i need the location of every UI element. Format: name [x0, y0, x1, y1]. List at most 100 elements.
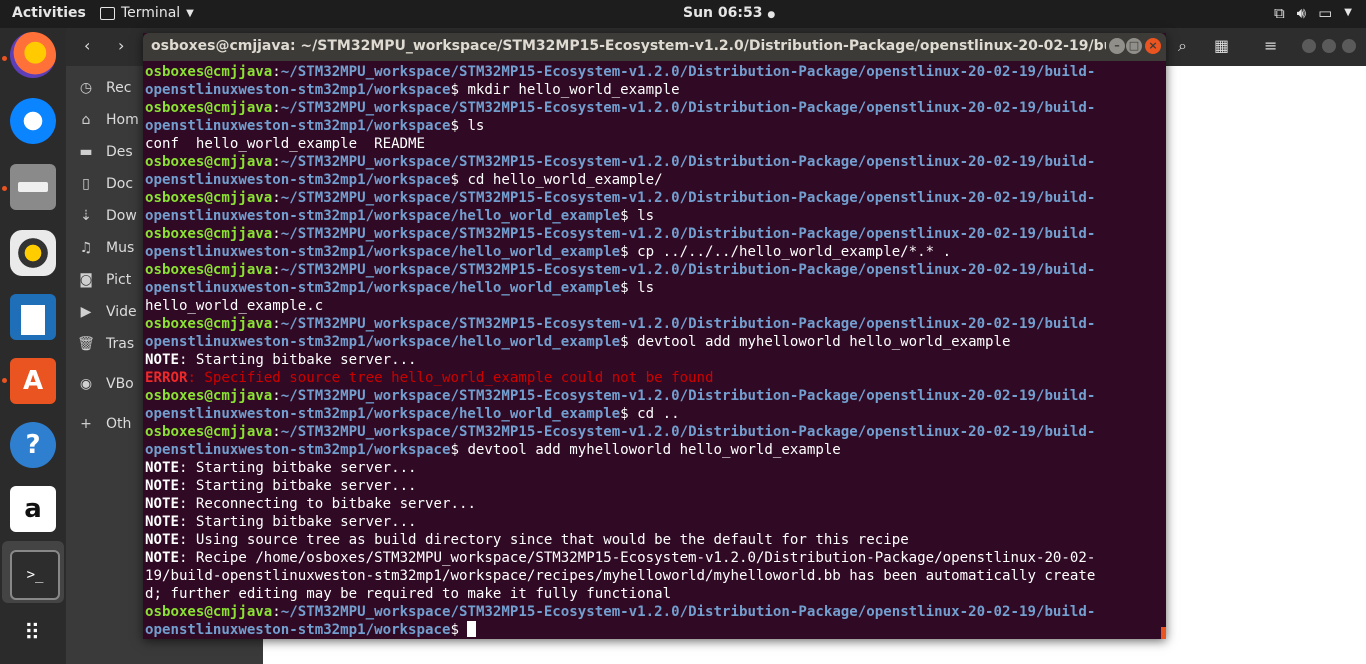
terminal-line: openstlinuxweston-stm32mp1/workspace/hel… [145, 405, 1161, 423]
search-icon[interactable]: ⌕ [1178, 36, 1187, 56]
terminal-text: $ devtool add myhelloworld hello_world_e… [620, 334, 1011, 350]
menu-icon[interactable]: ≡ [1264, 36, 1277, 55]
terminal-text: : [272, 226, 281, 242]
terminal-text: openstlinuxweston-stm32mp1/workspace/hel… [145, 334, 621, 350]
writer-icon[interactable] [10, 294, 56, 340]
terminal-text: NOTE [145, 352, 179, 368]
maximize-button[interactable] [1322, 39, 1336, 53]
terminal-text: osboxes@cmjjava [145, 226, 273, 242]
terminal-text: ~/STM32MPU_workspace/STM32MP15-Ecosystem… [280, 154, 1096, 170]
sidebar-item-label: Vide [106, 304, 137, 320]
close-button[interactable] [1342, 39, 1356, 53]
terminal-text: : Starting bitbake server... [178, 460, 417, 476]
terminal-line: osboxes@cmjjava:~/STM32MPU_workspace/STM… [145, 603, 1161, 621]
plus-icon: + [80, 416, 92, 432]
clock[interactable]: Sun 06:53 ● [683, 5, 775, 21]
running-indicator [2, 56, 7, 61]
terminal-text: : Starting bitbake server... [178, 352, 417, 368]
terminal-line: osboxes@cmjjava:~/STM32MPU_workspace/STM… [145, 63, 1161, 81]
terminal-text: osboxes@cmjjava [145, 64, 273, 80]
help-icon[interactable]: ? [10, 422, 56, 468]
terminal-line: osboxes@cmjjava:~/STM32MPU_workspace/STM… [145, 225, 1161, 243]
terminal-text: hello_world_example.c [145, 298, 324, 314]
terminal-text: $ cd hello_world_example/ [450, 172, 663, 188]
network-icon: ⧉ [1273, 4, 1285, 22]
terminal-icon[interactable]: >_ [10, 550, 60, 600]
terminal-line: openstlinuxweston-stm32mp1/workspace/hel… [145, 207, 1161, 225]
terminal-output[interactable]: osboxes@cmjjava:~/STM32MPU_workspace/STM… [145, 63, 1161, 639]
sidebar-item-label: Des [106, 144, 133, 160]
terminal-line: openstlinuxweston-stm32mp1/workspace/hel… [145, 333, 1161, 351]
terminal-text: osboxes@cmjjava [145, 388, 273, 404]
maximize-button[interactable]: □ [1126, 38, 1142, 54]
terminal-text: $ [450, 622, 468, 638]
terminal-text: : [272, 388, 281, 404]
terminal-text: openstlinuxweston-stm32mp1/workspace [145, 118, 451, 134]
terminal-text: : [272, 64, 281, 80]
terminal-line: NOTE: Starting bitbake server... [145, 477, 1161, 495]
terminal-text: : [272, 316, 281, 332]
clock-icon: ◷ [79, 80, 93, 96]
sidebar-item-label: Pict [106, 272, 132, 288]
terminal-text: osboxes@cmjjava [145, 262, 273, 278]
terminal-line: osboxes@cmjjava:~/STM32MPU_workspace/STM… [145, 189, 1161, 207]
terminal-text: osboxes@cmjjava [145, 604, 273, 620]
terminal-line: osboxes@cmjjava:~/STM32MPU_workspace/STM… [145, 99, 1161, 117]
minimize-button[interactable] [1302, 39, 1316, 53]
terminal-text: : [272, 100, 281, 116]
terminal-text: : Using source tree as build directory s… [178, 532, 909, 548]
terminal-titlebar[interactable]: osboxes@cmjjava: ~/STM32MPU_workspace/ST… [143, 33, 1166, 61]
terminal-text: openstlinuxweston-stm32mp1/workspace [145, 172, 451, 188]
files-icon[interactable] [10, 164, 56, 210]
notification-dot-icon: ● [767, 10, 776, 20]
terminal-text: $ cd .. [620, 406, 680, 422]
terminal-line: openstlinuxweston-stm32mp1/workspace$ [145, 621, 1161, 639]
camera-icon: ◙ [79, 272, 93, 288]
firefox-icon[interactable] [10, 32, 56, 78]
sidebar-item-label: Doc [106, 176, 134, 192]
terminal-text: 19/build-openstlinuxweston-stm32mp1/work… [145, 568, 1096, 584]
resize-handle[interactable] [1161, 627, 1166, 639]
thunderbird-icon[interactable] [10, 98, 56, 144]
activities-button[interactable]: Activities [12, 5, 86, 21]
view-toggle-icon[interactable]: ▦ [1214, 36, 1229, 55]
back-icon[interactable]: ‹ [84, 36, 90, 55]
terminal-text: openstlinuxweston-stm32mp1/workspace [145, 622, 451, 638]
forward-icon[interactable]: › [118, 36, 124, 55]
terminal-line: osboxes@cmjjava:~/STM32MPU_workspace/STM… [145, 315, 1161, 333]
terminal-window: osboxes@cmjjava: ~/STM32MPU_workspace/ST… [143, 33, 1166, 639]
sidebar-item-label: Oth [106, 416, 132, 432]
rhythmbox-icon[interactable] [10, 230, 56, 276]
terminal-text: ERROR [145, 370, 188, 386]
terminal-text: $ cp ../../../hello_world_example/*.* . [620, 244, 952, 260]
terminal-line: openstlinuxweston-stm32mp1/workspace$ mk… [145, 81, 1161, 99]
terminal-text: : [272, 262, 281, 278]
download-icon: ⇣ [80, 208, 92, 224]
show-apps-icon[interactable]: ⠿ [10, 610, 56, 656]
terminal-text: ~/STM32MPU_workspace/STM32MP15-Ecosystem… [280, 100, 1096, 116]
terminal-line: openstlinuxweston-stm32mp1/workspace$ de… [145, 441, 1161, 459]
amazon-icon[interactable]: a [10, 486, 56, 532]
terminal-line: 19/build-openstlinuxweston-stm32mp1/work… [145, 567, 1161, 585]
music-icon: ♫ [79, 240, 93, 256]
terminal-text: NOTE [145, 496, 179, 512]
terminal-text: osboxes@cmjjava [145, 316, 273, 332]
sidebar-item-label: Tras [106, 336, 135, 352]
dock: A ? a >_ ⠿ [0, 28, 66, 664]
terminal-line: NOTE: Starting bitbake server... [145, 351, 1161, 369]
app-menu[interactable]: Terminal ▼ [100, 5, 194, 21]
terminal-text: ~/STM32MPU_workspace/STM32MP15-Ecosystem… [280, 388, 1096, 404]
terminal-text: : Reconnecting to bitbake server... [178, 496, 476, 512]
minimize-button[interactable]: – [1109, 38, 1125, 54]
close-button[interactable]: × [1145, 38, 1161, 54]
terminal-text: NOTE [145, 532, 179, 548]
trash-icon: 🗑︎ [77, 336, 95, 352]
software-icon[interactable]: A [10, 358, 56, 404]
terminal-text: ~/STM32MPU_workspace/STM32MP15-Ecosystem… [280, 424, 1096, 440]
terminal-line: osboxes@cmjjava:~/STM32MPU_workspace/STM… [145, 387, 1161, 405]
system-tray[interactable]: ⧉ 🔊︎ ▭ ▼ [1274, 4, 1352, 22]
terminal-text: osboxes@cmjjava [145, 154, 273, 170]
terminal-app-icon [100, 6, 115, 20]
terminal-line: conf hello_world_example README [145, 135, 1161, 153]
terminal-line: osboxes@cmjjava:~/STM32MPU_workspace/STM… [145, 423, 1161, 441]
